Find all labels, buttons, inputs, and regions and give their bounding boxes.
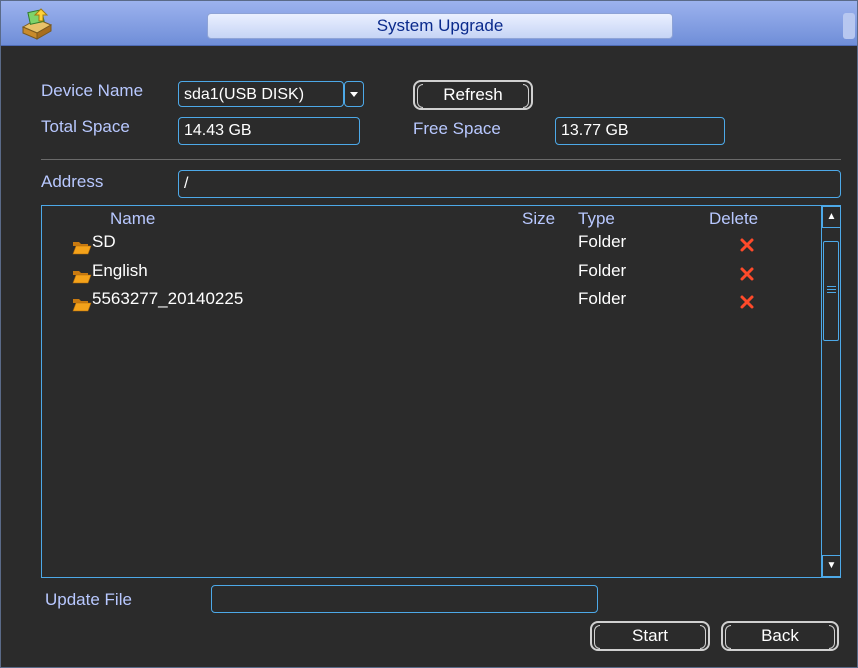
file-type: Folder xyxy=(578,261,627,280)
upgrade-package-icon xyxy=(21,8,53,40)
scrollbar[interactable]: ▲ ▼ xyxy=(821,206,841,577)
column-header-delete: Delete xyxy=(709,209,759,228)
start-button[interactable]: Start xyxy=(590,621,710,651)
free-space-value: 13.77 GB xyxy=(561,122,629,139)
file-list: Name Size Type Delete SD Folder English … xyxy=(41,205,841,578)
folder-icon xyxy=(72,271,92,284)
system-upgrade-window: System Upgrade Device Name sda1(USB DISK… xyxy=(0,0,858,668)
address-input[interactable]: / xyxy=(178,170,841,198)
chevron-down-icon xyxy=(350,92,358,97)
scroll-grip xyxy=(827,292,836,293)
address-value: / xyxy=(184,175,189,192)
title-bar: System Upgrade xyxy=(1,1,857,46)
title-bar-edge xyxy=(843,13,855,39)
refresh-button-label: Refresh xyxy=(443,85,503,104)
refresh-button[interactable]: Refresh xyxy=(413,80,533,110)
file-type: Folder xyxy=(578,289,627,308)
device-name-select[interactable]: sda1(USB DISK) xyxy=(178,81,344,107)
device-dropdown-button[interactable] xyxy=(344,81,364,107)
update-file-label: Update File xyxy=(45,590,132,609)
close-x-icon[interactable] xyxy=(739,294,755,310)
file-row[interactable]: English Folder xyxy=(42,261,822,287)
column-header-type[interactable]: Type xyxy=(578,209,615,229)
file-type: Folder xyxy=(578,232,627,251)
close-x-icon[interactable] xyxy=(739,237,755,253)
column-header-name[interactable]: Name xyxy=(110,209,155,229)
close-x-icon[interactable] xyxy=(739,266,755,282)
total-space-value: 14.43 GB xyxy=(184,122,252,139)
scroll-thumb[interactable] xyxy=(823,241,839,341)
update-file-input[interactable] xyxy=(211,585,598,613)
scroll-down-button[interactable]: ▼ xyxy=(822,555,841,577)
folder-icon xyxy=(72,242,92,255)
file-name: 5563277_20140225 xyxy=(92,289,244,308)
total-space-label: Total Space xyxy=(41,117,130,136)
start-button-label: Start xyxy=(632,626,668,645)
divider xyxy=(41,159,841,160)
device-name-label: Device Name xyxy=(41,81,144,100)
file-row[interactable]: SD Folder xyxy=(42,232,822,258)
total-space-field: 14.43 GB xyxy=(178,117,360,145)
file-name: SD xyxy=(92,232,116,251)
folder-icon xyxy=(72,299,92,312)
address-label: Address xyxy=(41,172,104,191)
free-space-field: 13.77 GB xyxy=(555,117,725,145)
column-header-size[interactable]: Size xyxy=(522,209,555,229)
device-name-value: sda1(USB DISK) xyxy=(184,86,305,103)
back-button[interactable]: Back xyxy=(721,621,839,651)
window-title: System Upgrade xyxy=(207,13,673,39)
scroll-grip xyxy=(827,289,836,290)
scroll-up-button[interactable]: ▲ xyxy=(822,206,841,228)
file-name: English xyxy=(92,261,148,280)
free-space-label: Free Space xyxy=(413,119,501,138)
scroll-grip xyxy=(827,286,836,287)
back-button-label: Back xyxy=(761,626,799,645)
file-row[interactable]: 5563277_20140225 Folder xyxy=(42,289,822,315)
